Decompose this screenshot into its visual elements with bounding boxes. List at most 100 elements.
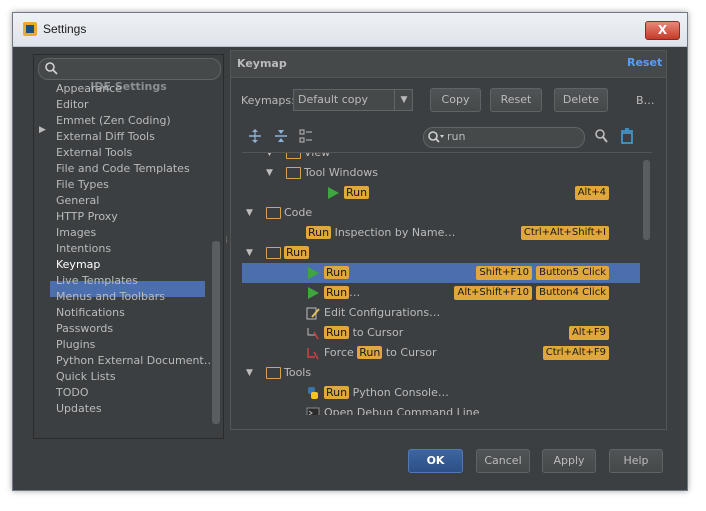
tree-row-label: Tools <box>284 366 311 379</box>
splitter-handle[interactable]: ⁞ <box>225 235 228 246</box>
copy-button[interactable]: Copy <box>430 88 481 112</box>
search-match-highlight: Run <box>357 346 383 359</box>
collapse-all-icon[interactable] <box>273 128 289 144</box>
help-button[interactable]: Help <box>609 449 663 473</box>
reset-link[interactable]: Reset <box>627 56 662 69</box>
label-text: Code <box>284 206 313 219</box>
label-text: Python Console… <box>349 386 449 399</box>
sidebar-item[interactable]: TODO <box>56 385 89 401</box>
run-icon <box>308 267 319 279</box>
label-text: Edit Configurations… <box>324 306 441 319</box>
tree-row[interactable]: Run… Alt+Shift+F10 Button4 Click <box>242 283 640 303</box>
run-icon <box>308 287 319 299</box>
keymap-header: Keymap Reset <box>231 51 666 78</box>
expand-arrow-icon[interactable]: ▼ <box>266 153 273 158</box>
tree-scrollbar[interactable] <box>643 160 650 240</box>
expand-arrow-icon[interactable]: ▼ <box>246 368 253 378</box>
tree-row[interactable]: Run Shift+F10 Button5 Click <box>242 263 640 283</box>
tree-row-label: Run Inspection by Name… <box>306 226 455 239</box>
tree-row[interactable]: Open Debug Command Line <box>242 403 640 415</box>
apply-button[interactable]: Apply <box>542 449 596 473</box>
edit-configurations-icon <box>306 307 320 320</box>
settings-search-input[interactable] <box>38 58 221 80</box>
folder-icon <box>266 247 281 259</box>
ok-button[interactable]: OK <box>408 449 463 473</box>
tree-row[interactable]: ▼ Tool Windows <box>242 163 640 183</box>
expand-arrow-icon[interactable]: ▼ <box>266 168 273 178</box>
shortcut-badge: Shift+F10 <box>476 266 532 280</box>
sidebar-item[interactable]: File and Code Templates <box>56 161 190 177</box>
sidebar-item[interactable]: Appearance <box>56 81 122 97</box>
expand-arrow-icon[interactable]: ▶ <box>39 125 46 135</box>
console-icon <box>306 407 320 415</box>
sidebar-item[interactable]: Updates <box>56 401 102 417</box>
sidebar-item[interactable]: External Tools <box>56 145 132 161</box>
keymaps-label: Keymaps: <box>241 94 295 107</box>
search-match-highlight: Run <box>324 326 350 339</box>
tree-row-label: Run <box>284 246 310 259</box>
tree-row[interactable]: Force Run to Cursor Ctrl+Alt+F9 <box>242 343 640 363</box>
sidebar-item[interactable]: Live Templates <box>56 273 138 289</box>
sidebar-item[interactable]: HTTP Proxy <box>56 209 118 225</box>
sidebar-scrollbar[interactable] <box>212 241 220 424</box>
sidebar-item[interactable]: External Diff Tools <box>56 129 155 145</box>
sidebar-item[interactable]: Passwords <box>56 321 113 337</box>
sidebar-item[interactable]: Plugins <box>56 337 95 353</box>
keymap-select[interactable]: Default copy ▼ <box>293 89 413 111</box>
folder-icon <box>286 153 301 159</box>
tree-row[interactable]: Run to Cursor Alt+F9 <box>242 323 640 343</box>
force-run-to-cursor-icon <box>307 348 319 360</box>
title-bar: Settings X <box>13 13 687 47</box>
sidebar-item[interactable]: Images <box>56 225 96 241</box>
sidebar-item[interactable]: Emmet (Zen Coding) <box>56 113 171 129</box>
tree-row[interactable]: Run Inspection by Name… Ctrl+Alt+Shift+I <box>242 223 640 243</box>
search-match-highlight: Run <box>324 286 350 299</box>
trash-icon[interactable] <box>619 128 635 144</box>
sidebar-item[interactable]: Quick Lists <box>56 369 116 385</box>
label-text: to Cursor <box>382 346 437 359</box>
sidebar-item[interactable]: Intentions <box>56 241 111 257</box>
label-text: Inspection by Name… <box>331 226 456 239</box>
tree-row[interactable]: ▼ Code <box>242 203 640 223</box>
reset-button[interactable]: Reset <box>490 88 542 112</box>
edit-shortcut-icon[interactable] <box>298 128 314 144</box>
keymap-filter-input[interactable]: run <box>423 127 585 148</box>
search-match-highlight: Run <box>324 266 350 279</box>
chevron-down-icon[interactable]: ▼ <box>394 90 413 110</box>
more-button[interactable]: B… <box>636 94 655 107</box>
search-icon <box>428 131 444 143</box>
sidebar-item[interactable]: Python External Document… <box>56 353 215 369</box>
tree-row[interactable]: Run Alt+4 <box>242 183 640 203</box>
label-text: Tool Windows <box>304 166 378 179</box>
folder-icon <box>266 207 281 219</box>
tree-row[interactable]: ▼ View <box>242 152 640 163</box>
tree-row[interactable]: Run Python Console… <box>242 383 640 403</box>
settings-window: Settings X IDE Settings ▶ Appearance Edit… <box>12 12 688 491</box>
label-text: Tools <box>284 366 312 379</box>
expand-arrow-icon[interactable]: ▼ <box>246 248 253 258</box>
sidebar-item[interactable]: File Types <box>56 177 109 193</box>
app-icon <box>23 22 37 36</box>
sidebar-item[interactable]: General <box>56 193 99 209</box>
sidebar-item[interactable]: Keymap <box>56 257 100 273</box>
tree-row[interactable]: ▼ Tools <box>242 363 640 383</box>
expand-arrow-icon[interactable]: ▼ <box>246 208 253 218</box>
tree-row-label: Run <box>344 186 370 199</box>
tree-row[interactable]: Edit Configurations… <box>242 303 640 323</box>
label-text: View <box>304 152 331 159</box>
close-button[interactable]: X <box>645 21 680 40</box>
search-match-highlight: Run <box>284 246 310 259</box>
run-to-cursor-icon <box>307 328 319 340</box>
tree-row-label: Run to Cursor <box>324 326 403 339</box>
find-by-shortcut-icon[interactable] <box>593 128 609 144</box>
delete-button[interactable]: Delete <box>554 88 608 112</box>
tree-row[interactable]: ▼ Run <box>242 243 640 263</box>
sidebar-item[interactable]: Menus and Toolbars <box>56 289 165 305</box>
sidebar-item[interactable]: Notifications <box>56 305 125 321</box>
expand-all-icon[interactable] <box>247 128 263 144</box>
filter-value: run <box>447 130 466 143</box>
run-icon <box>328 187 339 199</box>
shortcut-badge: Ctrl+Alt+F9 <box>542 346 609 360</box>
sidebar-item[interactable]: Editor <box>56 97 89 113</box>
cancel-button[interactable]: Cancel <box>476 449 530 473</box>
